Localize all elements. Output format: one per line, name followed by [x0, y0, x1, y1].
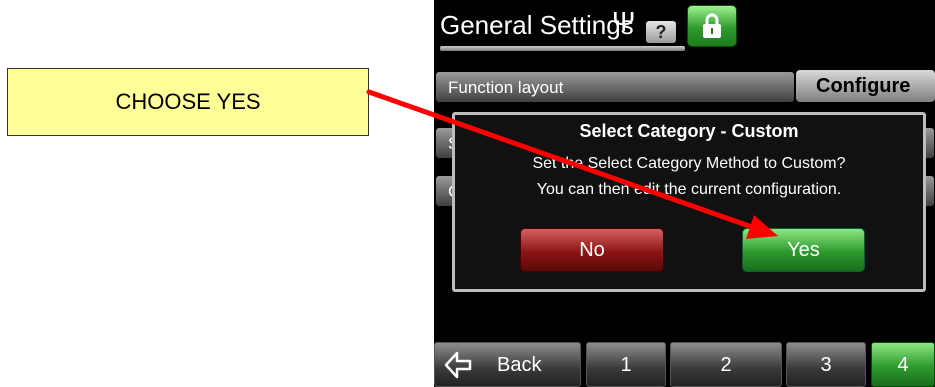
page-title: General Settings — [440, 10, 634, 40]
title-underline — [440, 46, 685, 51]
back-label: Back — [497, 354, 542, 376]
yes-button[interactable]: Yes — [742, 228, 865, 272]
settings-row-function-layout[interactable]: Function layout — [436, 72, 794, 102]
back-button[interactable]: Back — [434, 342, 581, 387]
lock-icon — [703, 13, 721, 38]
select-category-dialog: Select Category - Custom Set the Select … — [452, 112, 926, 292]
page-button-2[interactable]: 2 — [670, 342, 782, 387]
no-button[interactable]: No — [520, 228, 664, 272]
page-button-3[interactable]: 3 — [786, 342, 866, 387]
configure-label: Configure — [816, 75, 911, 97]
configure-button[interactable]: Configure — [796, 70, 935, 102]
settings-row-label: Function layout — [448, 78, 564, 97]
device-screen: General Settings Ψ ? Function layout Con… — [434, 0, 935, 387]
dialog-message-line2: You can then edit the current configurat… — [536, 181, 842, 198]
usb-icon: Ψ — [612, 6, 636, 37]
help-button[interactable]: ? — [646, 21, 676, 43]
back-arrow-icon — [444, 351, 472, 379]
callout-box: CHOOSE YES — [7, 68, 369, 136]
lock-button[interactable] — [687, 5, 737, 47]
callout-text: CHOOSE YES — [115, 89, 261, 114]
bottom-nav: Back 1 2 3 4 — [434, 342, 935, 387]
dialog-title: Select Category - Custom — [579, 121, 799, 141]
dialog-message-line1: Set the Select Category Method to Custom… — [532, 155, 846, 172]
page-button-1[interactable]: 1 — [586, 342, 666, 387]
page-button-4[interactable]: 4 — [871, 342, 935, 387]
